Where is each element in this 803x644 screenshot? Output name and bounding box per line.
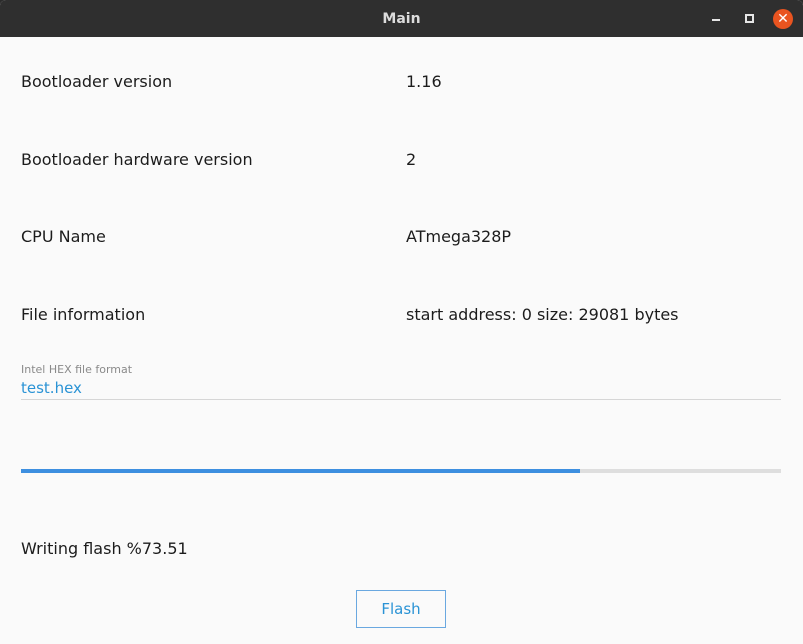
hex-file-field[interactable]: Intel HEX file format test.hex [21,362,781,400]
bootloader-version-label: Bootloader version [21,72,173,91]
flash-progress-fill [21,469,580,473]
status-text: Writing flash %73.51 [21,539,188,558]
bootloader-hw-version-value: 2 [406,150,417,169]
cpu-name-label: CPU Name [21,227,106,246]
hex-file-field-label: Intel HEX file format [21,363,133,376]
cpu-name-value: ATmega328P [406,227,512,246]
file-information-label: File information [21,305,146,324]
flash-progress-bar [21,469,781,473]
maximize-icon [744,14,754,23]
close-button[interactable]: ✕ [772,0,794,37]
file-information-value: start address: 0 size: 29081 bytes [406,305,679,324]
minimize-button[interactable] [706,0,726,37]
hex-file-field-value[interactable]: test.hex [21,379,82,397]
app-window: Main ✕ Bootloader version 1.16 Bootloade… [0,0,803,644]
flash-button[interactable]: Flash [356,590,446,628]
minimize-icon [712,18,720,21]
main-content: Bootloader version 1.16 Bootloader hardw… [0,37,803,644]
title-bar[interactable]: Main ✕ [0,0,803,37]
bootloader-hw-version-label: Bootloader hardware version [21,150,253,169]
bootloader-version-value: 1.16 [406,72,442,91]
window-title: Main [382,10,421,27]
maximize-button[interactable] [739,0,759,37]
close-icon: ✕ [773,8,793,29]
